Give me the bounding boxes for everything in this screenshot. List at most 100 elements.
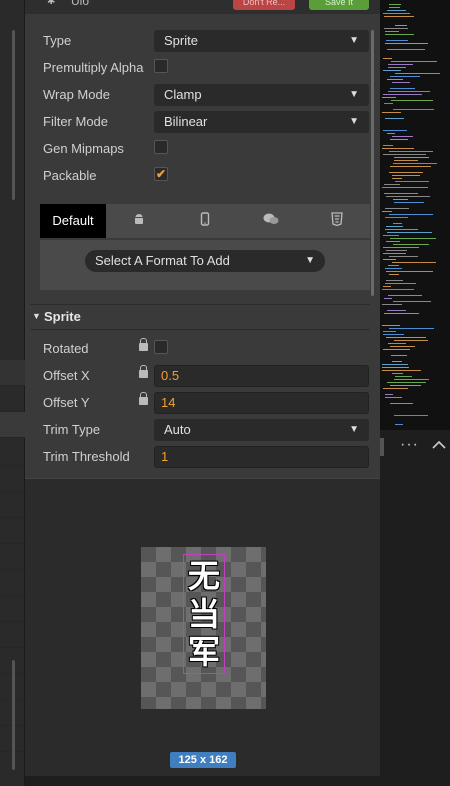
minimap-line — [382, 367, 409, 368]
chevron-down-icon[interactable]: ▼ — [32, 311, 41, 321]
minimap-line — [389, 151, 433, 152]
minimap-line — [390, 385, 421, 386]
trim-threshold-label: Trim Threshold — [43, 449, 130, 464]
tab-wechat[interactable] — [238, 204, 304, 238]
sprite-section-header[interactable]: ▼ Sprite — [30, 308, 370, 328]
filter-mode-value: Bilinear — [164, 114, 208, 129]
minimap-line — [385, 31, 399, 32]
minimap-line — [386, 196, 430, 197]
chevron-up-icon[interactable] — [432, 438, 446, 453]
minimap-line — [385, 118, 404, 119]
filter-mode-select[interactable]: Bilinear ▼ — [154, 111, 369, 133]
trim-threshold-input[interactable]: 1 — [154, 446, 369, 468]
minimap-line — [390, 139, 408, 140]
minimap-line — [393, 163, 437, 164]
left-panel-row[interactable] — [0, 412, 25, 438]
minimap-line — [385, 217, 408, 218]
tab-android[interactable] — [106, 204, 172, 238]
left-panel-row[interactable] — [0, 518, 25, 544]
minimap-line — [382, 97, 396, 98]
offset-y-label: Offset Y — [43, 395, 90, 410]
android-icon — [132, 204, 146, 238]
more-icon[interactable]: ··· — [400, 436, 419, 454]
left-panel-row[interactable] — [0, 360, 25, 386]
minimap-line — [387, 79, 403, 80]
minimap-line — [389, 256, 418, 257]
minimap-line — [384, 28, 408, 29]
right-panel-lower — [380, 464, 450, 786]
gen-mipmaps-checkbox[interactable] — [154, 140, 168, 154]
code-minimap[interactable] — [380, 0, 450, 430]
packable-row: Packable ✔ — [25, 163, 370, 189]
wrap-mode-row: Wrap Mode Clamp ▼ — [25, 82, 370, 108]
left-panel-row[interactable] — [0, 544, 25, 570]
minimap-line — [386, 226, 403, 227]
rotated-checkbox[interactable] — [154, 340, 168, 354]
minimap-line — [384, 16, 414, 17]
minimap-line — [383, 154, 426, 155]
minimap-line — [384, 103, 393, 104]
offset-x-input[interactable]: 0.5 — [154, 365, 369, 387]
chevron-down-icon: ▼ — [305, 255, 315, 266]
rotated-row: Rotated — [25, 336, 370, 362]
wrap-mode-value: Clamp — [164, 87, 202, 102]
minimap-line — [385, 283, 416, 284]
add-format-select[interactable]: Select A Format To Add ▼ — [85, 250, 325, 272]
right-toolbar: ··· — [380, 430, 450, 464]
packable-checkbox[interactable]: ✔ — [154, 167, 168, 181]
lock-icon[interactable] — [139, 365, 148, 378]
inspector-header: ✱ Ulo Don't Re... Save It — [25, 0, 380, 14]
minimap-line — [392, 175, 420, 176]
scroll-handle[interactable] — [380, 438, 384, 456]
minimap-line — [395, 181, 429, 182]
premultiply-alpha-label: Premultiply Alpha — [43, 60, 144, 75]
tab-html5[interactable] — [304, 204, 370, 238]
offset-y-input[interactable]: 14 — [154, 392, 369, 414]
minimap-line — [383, 94, 422, 95]
minimap-line — [382, 289, 414, 290]
left-panel-row[interactable] — [0, 570, 25, 596]
left-panel-row[interactable] — [0, 386, 25, 412]
minimap-line — [384, 184, 400, 185]
left-scrollbar-lower[interactable] — [12, 660, 15, 770]
left-panel-row[interactable] — [0, 492, 25, 518]
lock-icon[interactable] — [139, 338, 148, 351]
packable-label: Packable — [43, 168, 97, 183]
size-badge: 125 x 162 — [170, 752, 236, 768]
minimap-line — [389, 172, 423, 173]
lock-icon[interactable] — [139, 392, 148, 405]
left-panel-row[interactable] — [0, 596, 25, 622]
minimap-line — [382, 148, 414, 149]
apply-button[interactable]: Save It — [309, 0, 369, 10]
asset-title: Ulo — [71, 0, 90, 8]
minimap-line — [383, 13, 410, 14]
minimap-line — [383, 247, 419, 248]
left-panel-row[interactable] — [0, 466, 25, 492]
format-panel: Select A Format To Add ▼ — [40, 240, 370, 290]
minimap-line — [383, 388, 408, 389]
section-divider — [30, 329, 370, 330]
minimap-line — [389, 7, 400, 8]
type-select[interactable]: Sprite ▼ — [154, 30, 369, 52]
tab-mobile[interactable] — [172, 204, 238, 238]
minimap-line — [388, 343, 406, 344]
phone-icon — [200, 204, 210, 238]
tab-default[interactable]: Default — [40, 204, 106, 238]
left-panel-row[interactable] — [0, 622, 25, 648]
left-panel-row[interactable] — [0, 440, 25, 466]
offset-y-row: Offset Y 14 — [25, 390, 370, 416]
minimap-line — [386, 280, 403, 281]
trim-type-select[interactable]: Auto ▼ — [154, 419, 369, 441]
revert-button[interactable]: Don't Re... — [233, 0, 295, 10]
wrap-mode-select[interactable]: Clamp ▼ — [154, 84, 369, 106]
minimap-line — [394, 379, 429, 380]
type-label: Type — [43, 33, 72, 48]
premultiply-alpha-checkbox[interactable] — [154, 59, 168, 73]
minimap-line — [384, 313, 419, 314]
asset-icon: ✱ — [47, 0, 56, 7]
type-row: Type Sprite ▼ — [25, 28, 370, 54]
minimap-line — [394, 202, 424, 203]
minimap-line — [383, 235, 399, 236]
inspector-scrollbar[interactable] — [371, 30, 374, 296]
left-scrollbar[interactable] — [12, 30, 15, 200]
